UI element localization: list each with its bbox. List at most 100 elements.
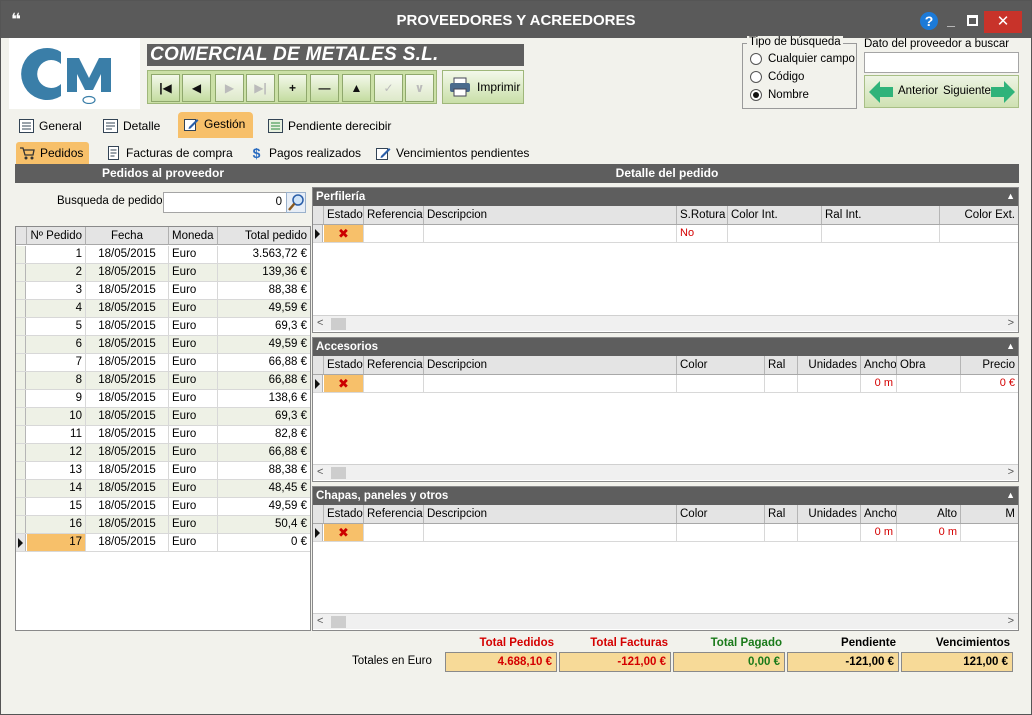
column-header[interactable]: Referencia	[364, 206, 424, 224]
total-cell[interactable]: 48,45 €	[218, 480, 310, 497]
row-selector[interactable]	[16, 318, 26, 335]
table-row[interactable]: 17 18/05/2015 Euro 0 €	[16, 534, 310, 552]
total-cell[interactable]: 88,38 €	[218, 462, 310, 479]
currency-cell[interactable]: Euro	[169, 444, 218, 461]
row-selector[interactable]	[16, 408, 26, 425]
order-number-cell[interactable]: 11	[27, 426, 86, 443]
provider-search-input[interactable]	[864, 52, 1019, 73]
tab-detalle[interactable]: Detalle	[97, 114, 168, 138]
column-header[interactable]: S.Rotura	[677, 206, 728, 224]
order-number-cell[interactable]: 16	[27, 516, 86, 533]
total-cell[interactable]: 0 €	[218, 534, 310, 551]
order-number-cell[interactable]: 7	[27, 354, 86, 371]
order-number-cell[interactable]: 12	[27, 444, 86, 461]
table-row[interactable]: ✖ 0 m 0 €	[313, 375, 1018, 393]
scroll-thumb[interactable]	[331, 467, 346, 479]
close-button[interactable]: ✕	[984, 11, 1022, 33]
table-row[interactable]: ✖ 0 m 0 m	[313, 524, 1018, 542]
delete-record-button[interactable]: —	[310, 74, 339, 102]
column-header[interactable]: Ral Int.	[822, 206, 940, 224]
column-header[interactable]: Referencia	[364, 356, 424, 374]
table-row[interactable]: 10 18/05/2015 Euro 69,3 €	[16, 408, 310, 426]
subtab-pedidos[interactable]: Pedidos	[16, 142, 90, 165]
scroll-left-icon[interactable]: <	[317, 465, 323, 480]
order-number-cell[interactable]: 15	[27, 498, 86, 515]
left-arrow-icon[interactable]	[869, 81, 893, 103]
referencia-cell[interactable]	[364, 524, 424, 541]
table-row[interactable]: 15 18/05/2015 Euro 49,59 €	[16, 498, 310, 516]
order-number-cell[interactable]: 17	[27, 534, 86, 551]
date-cell[interactable]: 18/05/2015	[86, 318, 169, 335]
color-int-cell[interactable]	[728, 225, 822, 242]
referencia-cell[interactable]	[364, 375, 424, 392]
column-header[interactable]: Estado	[324, 356, 364, 374]
scroll-thumb[interactable]	[331, 616, 346, 628]
date-cell[interactable]: 18/05/2015	[86, 282, 169, 299]
column-header[interactable]: Referencia	[364, 505, 424, 523]
order-number-cell[interactable]: 4	[27, 300, 86, 317]
srotura-cell[interactable]: No	[677, 225, 728, 242]
radio-cualquier-campo[interactable]: Cualquier campo	[750, 51, 855, 67]
date-cell[interactable]: 18/05/2015	[86, 300, 169, 317]
column-header[interactable]: Ancho	[861, 356, 897, 374]
obra-cell[interactable]	[897, 375, 961, 392]
total-cell[interactable]: 139,36 €	[218, 264, 310, 281]
column-header[interactable]: Ral	[765, 356, 798, 374]
row-selector[interactable]	[16, 534, 26, 551]
delete-icon[interactable]: ✖	[324, 375, 364, 392]
column-header[interactable]: Precio	[961, 356, 1018, 374]
radio-nombre[interactable]: Nombre	[750, 87, 809, 103]
currency-cell[interactable]: Euro	[169, 498, 218, 515]
scroll-right-icon[interactable]: >	[1008, 316, 1014, 331]
date-cell[interactable]: 18/05/2015	[86, 444, 169, 461]
row-selector[interactable]	[313, 225, 323, 242]
ral-cell[interactable]	[765, 524, 798, 541]
date-cell[interactable]: 18/05/2015	[86, 498, 169, 515]
column-header[interactable]: Color	[677, 356, 765, 374]
column-header[interactable]: Ancho	[861, 505, 897, 523]
row-selector[interactable]	[16, 282, 26, 299]
total-cell[interactable]: 138,6 €	[218, 390, 310, 407]
row-selector[interactable]	[16, 444, 26, 461]
ral-cell[interactable]	[765, 375, 798, 392]
currency-cell[interactable]: Euro	[169, 408, 218, 425]
row-selector[interactable]	[16, 498, 26, 515]
row-selector[interactable]	[16, 354, 26, 371]
date-cell[interactable]: 18/05/2015	[86, 426, 169, 443]
column-header[interactable]: Nº Pedido	[27, 227, 86, 245]
currency-cell[interactable]: Euro	[169, 282, 218, 299]
delete-icon[interactable]: ✖	[324, 225, 364, 242]
table-row[interactable]: 3 18/05/2015 Euro 88,38 €	[16, 282, 310, 300]
total-cell[interactable]: 66,88 €	[218, 372, 310, 389]
currency-cell[interactable]: Euro	[169, 480, 218, 497]
currency-cell[interactable]: Euro	[169, 336, 218, 353]
date-cell[interactable]: 18/05/2015	[86, 336, 169, 353]
date-cell[interactable]: 18/05/2015	[86, 390, 169, 407]
unidades-cell[interactable]	[798, 375, 861, 392]
table-row[interactable]: 14 18/05/2015 Euro 48,45 €	[16, 480, 310, 498]
row-selector[interactable]	[16, 336, 26, 353]
order-number-cell[interactable]: 1	[27, 246, 86, 263]
next-label[interactable]: Siguiente	[943, 76, 991, 107]
row-selector[interactable]	[16, 462, 26, 479]
currency-cell[interactable]: Euro	[169, 534, 218, 551]
date-cell[interactable]: 18/05/2015	[86, 516, 169, 533]
column-header[interactable]: Estado	[324, 505, 364, 523]
currency-cell[interactable]: Euro	[169, 318, 218, 335]
column-header[interactable]: Moneda	[169, 227, 218, 245]
subtab-pagos-realizados[interactable]: $ Pagos realizados	[245, 142, 367, 165]
currency-cell[interactable]: Euro	[169, 372, 218, 389]
table-row[interactable]: 7 18/05/2015 Euro 66,88 €	[16, 354, 310, 372]
row-selector[interactable]	[16, 480, 26, 497]
horizontal-scrollbar[interactable]: < >	[313, 315, 1018, 331]
row-selector[interactable]	[16, 246, 26, 263]
total-cell[interactable]: 82,8 €	[218, 426, 310, 443]
cancel-button[interactable]: ∨	[405, 74, 434, 102]
ancho-cell[interactable]: 0 m	[861, 375, 897, 392]
column-header[interactable]: Unidades	[798, 505, 861, 523]
edit-record-button[interactable]: ▲	[342, 74, 371, 102]
collapse-icon[interactable]: ▲	[1006, 487, 1015, 503]
currency-cell[interactable]: Euro	[169, 354, 218, 371]
scroll-thumb[interactable]	[331, 318, 346, 330]
column-header[interactable]: Total pedido	[218, 227, 310, 245]
